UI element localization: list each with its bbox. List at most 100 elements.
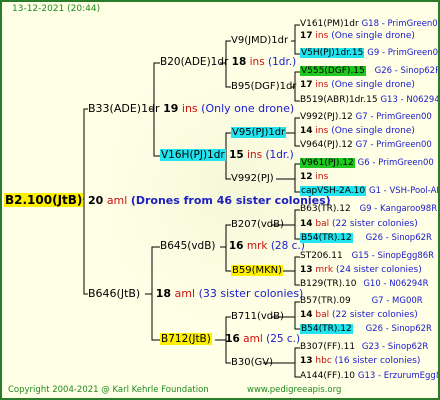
gen3-queen-3[interactable]: V95(PJ)1dr <box>231 127 287 138</box>
gen2-queen-4-name[interactable]: B712(JtB) <box>160 333 212 345</box>
gen4-row-11-suffix: ins <box>315 172 329 182</box>
gen4-row-13[interactable]: B63(TR).12 G9 - Kangaroo98R <box>300 204 437 215</box>
gen4-row-1[interactable]: V161(PM)1dr G18 - PrimGreen00 <box>300 19 438 30</box>
gen4-row-19-name[interactable]: B57(TR).09 <box>300 296 351 306</box>
gen4-row-17-suffix: mrk <box>315 265 334 275</box>
gen4-row-12-name[interactable]: capVSH-2A.10 <box>300 186 367 196</box>
gen4-row-16-name[interactable]: ST206.11 <box>300 251 343 261</box>
root-drone-info: 20 aml (Drones from 46 sister colonies) <box>88 195 331 206</box>
gen3-queen-1[interactable]: V9(JMD)1dr <box>231 35 288 46</box>
gen4-row-7-route: G7 - PrimGreen00 <box>355 112 432 122</box>
gen3-queen-8[interactable]: B30(GV) <box>231 357 273 368</box>
gen4-row-17-num: 13 <box>300 265 313 275</box>
gen3-queen-7[interactable]: B711(vdB) <box>231 311 284 322</box>
gen4-row-4[interactable]: V555(DGF).15 G26 - Sinop62R <box>300 66 440 77</box>
gen2-queen-3-num: 16 <box>228 240 244 252</box>
gen4-row-23-note: (16 sister colonies) <box>334 356 421 366</box>
gen4-row-20-note: (22 sister colonies) <box>332 310 418 320</box>
gen2-queen-3-name[interactable]: B645(vdB) <box>160 240 216 252</box>
gen4-row-22-route: G23 - Sinop62R <box>361 342 429 352</box>
gen1-queen-2[interactable]: B646(JtB) 18 aml (33 sister colonies) <box>88 288 303 299</box>
gen4-row-18[interactable]: B129(TR).10 G10 - N06294R <box>300 279 429 290</box>
gen2-queen-4-suffix: aml <box>243 333 263 345</box>
gen4-row-15-name[interactable]: B54(TR).12 <box>300 233 353 243</box>
gen4-row-2-num: 17 <box>300 31 313 41</box>
gen4-row-17-note: (24 sister colonies) <box>335 265 422 275</box>
gen4-row-12[interactable]: capVSH-2A.10 G1 - VSH-Pool-AR <box>300 186 440 197</box>
gen4-row-22-name[interactable]: B307(FF).11 <box>300 342 355 352</box>
gen1-queen-1-num: 19 <box>163 102 179 115</box>
gen2-queen-4[interactable]: B712(JtB) 16 aml (25 c.) <box>160 333 300 345</box>
gen1-queen-2-note: (33 sister colonies) <box>198 287 304 300</box>
gen4-row-10-route: G6 - PrimGreen00 <box>357 158 434 168</box>
gen4-row-16-route: G15 - SinopEgg86R <box>351 251 435 261</box>
gen1-queen-2-name[interactable]: B646(JtB) <box>88 287 140 300</box>
gen4-row-15[interactable]: B54(TR).12 G26 - Sinop62R <box>300 233 432 244</box>
gen1-queen-1-name[interactable]: B33(ADE)1dr <box>88 102 160 115</box>
gen4-row-3-name[interactable]: V5H(PJ)1dr.15 <box>300 48 365 58</box>
gen4-row-3[interactable]: V5H(PJ)1dr.15 G9 - PrimGreen00 <box>300 48 440 59</box>
gen2-queen-2[interactable]: V16H(PJ)1dr 15 ins (1dr.) <box>160 149 294 161</box>
gen4-row-11: 12 ins <box>300 172 328 183</box>
gen4-row-13-route: G9 - Kangaroo98R <box>359 204 438 214</box>
gen2-queen-2-suffix: ins <box>247 149 263 161</box>
gen4-row-9-name[interactable]: V964(PJ).12 <box>300 140 353 150</box>
gen2-queen-2-name[interactable]: V16H(PJ)1dr <box>160 149 226 161</box>
gen4-row-21-route: G26 - Sinop62R <box>365 324 432 334</box>
gen4-row-2-note: (One single drone) <box>331 31 415 41</box>
gen4-row-12-route: G1 - VSH-Pool-AR <box>368 186 440 196</box>
gen4-row-1-name[interactable]: V161(PM)1dr <box>300 19 359 29</box>
gen4-row-4-route: G26 - Sinop62R <box>374 66 440 76</box>
gen4-row-13-name[interactable]: B63(TR).12 <box>300 204 351 214</box>
root-num: 20 <box>88 194 104 207</box>
gen4-row-14-num: 14 <box>300 219 313 229</box>
gen1-queen-1-suffix: ins <box>181 102 198 115</box>
gen4-row-21[interactable]: B54(TR).12 G26 - Sinop62R <box>300 324 432 335</box>
gen4-row-18-name[interactable]: B129(TR).10 <box>300 279 356 289</box>
gen4-row-24-name[interactable]: A144(FF).10 <box>300 371 355 381</box>
gen2-queen-1-name[interactable]: B20(ADE)1dr <box>160 56 228 68</box>
gen4-row-9[interactable]: V964(PJ).12 G7 - PrimGreen00 <box>300 140 432 151</box>
gen4-row-20-suffix: bal <box>315 310 330 320</box>
gen4-row-22[interactable]: B307(FF).11 G23 - Sinop62R <box>300 342 428 353</box>
gen3-queen-2[interactable]: B95(DGF)1dr <box>231 81 296 92</box>
gen4-row-8-num: 14 <box>300 126 313 136</box>
gen4-row-6[interactable]: B519(ABR)1dr.15 G13 - N06294R <box>300 95 440 106</box>
gen4-row-18-route: G10 - N06294R <box>363 279 429 289</box>
gen4-row-19[interactable]: B57(TR).09 G7 - MG00R <box>300 296 423 307</box>
gen1-queen-1[interactable]: B33(ADE)1dr 19 ins (Only one drone) <box>88 103 294 114</box>
gen4-row-15-route: G26 - Sinop62R <box>365 233 432 243</box>
gen4-row-14-note: (22 sister colonies) <box>332 219 418 229</box>
gen4-row-2-suffix: ins <box>315 31 329 41</box>
gen4-row-10-name[interactable]: V961(PJ).12 <box>300 158 355 168</box>
gen4-row-24-route: G13 - ErzurumEgg8 <box>357 371 440 381</box>
gen4-row-17: 13 mrk (24 sister colonies) <box>300 265 422 276</box>
gen4-row-23: 13 hbc (16 sister colonies) <box>300 356 420 367</box>
gen4-row-10[interactable]: V961(PJ).12 G6 - PrimGreen00 <box>300 158 434 169</box>
root-queen[interactable]: B2.100(JtB) <box>4 193 84 207</box>
gen4-row-5-suffix: ins <box>315 80 329 90</box>
gen3-queen-5[interactable]: B207(vdB) <box>231 219 284 230</box>
gen3-queen-4[interactable]: V992(PJ) <box>231 173 274 184</box>
gen4-row-9-route: G7 - PrimGreen00 <box>355 140 432 150</box>
gen4-row-3-route: G9 - PrimGreen00 <box>367 48 440 58</box>
gen3-queen-6-name[interactable]: B59(MKN) <box>231 265 284 276</box>
gen3-queen-6[interactable]: B59(MKN) <box>231 265 284 276</box>
footer-url[interactable]: www.pedigreeapis.org <box>247 385 341 396</box>
gen4-row-5-num: 17 <box>300 80 313 90</box>
gen2-queen-3[interactable]: B645(vdB) 16 mrk (28 c.) <box>160 241 305 252</box>
gen4-row-24[interactable]: A144(FF).10 G13 - ErzurumEgg8 <box>300 371 440 382</box>
gen4-row-21-name[interactable]: B54(TR).12 <box>300 324 353 334</box>
gen1-queen-2-suffix: aml <box>174 287 196 300</box>
gen4-row-16[interactable]: ST206.11 G15 - SinopEgg86R <box>300 251 434 262</box>
gen2-queen-4-num: 16 <box>225 333 240 345</box>
gen2-queen-1[interactable]: B20(ADE)1dr 18 ins (1dr.) <box>160 57 296 68</box>
gen4-row-7-name[interactable]: V992(PJ).12 <box>300 112 353 122</box>
gen4-row-6-route: G13 - N06294R <box>380 95 440 105</box>
gen3-queen-3-name[interactable]: V95(PJ)1dr <box>231 127 287 138</box>
gen4-row-4-name[interactable]: V555(DGF).15 <box>300 66 366 76</box>
gen4-row-23-suffix: hbc <box>315 356 332 366</box>
root-queen-name[interactable]: B2.100(JtB) <box>4 193 84 207</box>
gen4-row-7[interactable]: V992(PJ).12 G7 - PrimGreen00 <box>300 112 432 123</box>
gen4-row-6-name[interactable]: B519(ABR)1dr.15 <box>300 95 378 105</box>
